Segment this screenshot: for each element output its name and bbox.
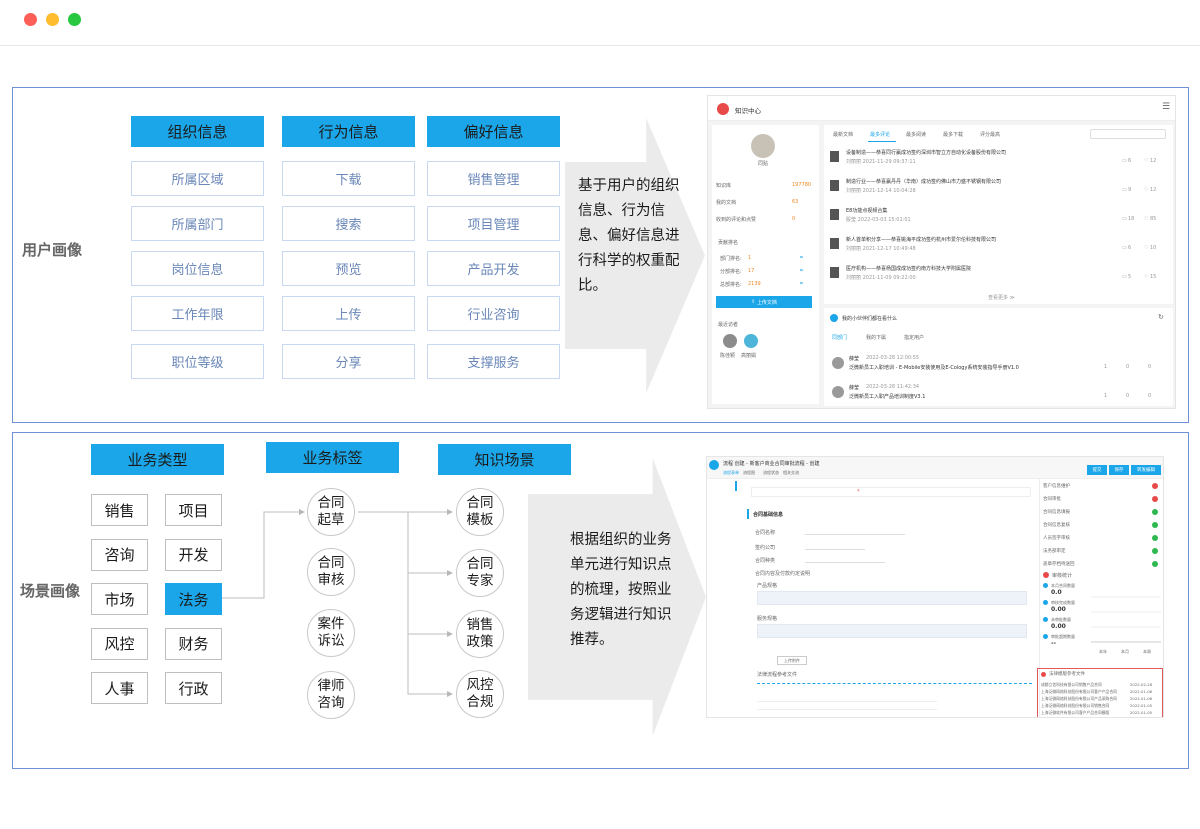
ref-file-date-0: 2022-02-28 — [1130, 682, 1153, 687]
check-done-icon-5 — [1152, 548, 1158, 554]
check-item-1[interactable]: 合同审批 — [1043, 496, 1061, 502]
check-item-4[interactable]: 人员签字审核 — [1043, 535, 1070, 541]
form-tab-3[interactable]: 相关交流 — [783, 470, 799, 476]
business-tag-2[interactable]: 案件诉讼 — [307, 609, 355, 657]
review-stat-value-2: 0.00 — [1051, 623, 1066, 630]
workflow-logo-icon — [709, 460, 719, 470]
business-tag-1[interactable]: 合同审核 — [307, 548, 355, 596]
ref-file-name-4[interactable]: 上海泛微软件有限公司客户产品合同模版 — [1041, 710, 1123, 716]
form-tab-2[interactable]: 流程状态 — [763, 470, 779, 476]
review-stat-value-1: 0.00 — [1051, 606, 1066, 613]
workflow-title: 流程 创建 - 新客户商业合同审批流程 - 创建 — [723, 461, 820, 467]
field-contract-type: 合同种类 — [755, 558, 776, 564]
check-done-icon-4 — [1152, 535, 1158, 541]
chart-axis-week: 本周 — [1143, 649, 1151, 654]
stats-title: 审核统计 — [1052, 573, 1073, 579]
field-contract-name: 合同名称 — [755, 530, 776, 536]
upload-attachment-button[interactable]: 上传附件 — [777, 656, 807, 665]
ref-file-name-0[interactable]: 成都立信科技有限公司销售产品合同 — [1041, 682, 1123, 688]
check-done-icon-2 — [1152, 509, 1158, 515]
form-tab-1[interactable]: 流程图 — [743, 470, 755, 476]
check-done-icon-3 — [1152, 522, 1158, 528]
knowledge-scene-2[interactable]: 销售政策 — [456, 610, 504, 658]
forward-edit-button[interactable]: 转发编辑 — [1131, 465, 1161, 475]
submit-button[interactable]: 提交 — [1087, 465, 1107, 475]
ref-file-date-1: 2022-01-06 — [1130, 689, 1153, 694]
form-section-title: 合同基础信息 — [753, 512, 784, 518]
knowledge-scene-3[interactable]: 风控合规 — [456, 670, 504, 718]
ref-file-date-4: 2022-01-05 — [1130, 710, 1153, 715]
contract-type-select[interactable] — [805, 555, 885, 563]
service-spec-table — [757, 624, 1027, 638]
stats-chart — [1091, 596, 1161, 643]
field-contract-content: 合同内容及付款约定说明 — [755, 571, 811, 577]
connector-trunk — [358, 511, 452, 695]
check-item-6[interactable]: 盖章存档待送回 — [1043, 561, 1075, 567]
table-service-spec: 服务规格 — [757, 616, 778, 622]
ref-file-name-2[interactable]: 上海泛微网络科技股份有限公司产品采购合同 — [1041, 696, 1123, 702]
knowledge-scene-1[interactable]: 合同专家 — [456, 549, 504, 597]
check-done-icon-6 — [1152, 561, 1158, 567]
check-warning-icon-0 — [1152, 483, 1158, 489]
form-tab-0[interactable]: 流程表单 — [723, 470, 739, 476]
ref-file-name-3[interactable]: 上海泛微网络科技股份有限公司销售合同 — [1041, 703, 1123, 709]
check-item-3[interactable]: 合同信息复核 — [1043, 522, 1070, 528]
check-item-5[interactable]: 法务部审定 — [1043, 548, 1066, 554]
chart-axis-month: 本月 — [1121, 649, 1129, 654]
check-warning-icon-1 — [1152, 496, 1158, 502]
product-spec-table — [757, 591, 1027, 605]
business-tag-0[interactable]: 合同起草 — [307, 488, 355, 536]
signing-company-input[interactable] — [805, 542, 865, 550]
business-tag-3[interactable]: 律师咨询 — [307, 671, 355, 719]
table-product-spec: 产品规格 — [757, 583, 778, 589]
scene-profile-description: 根据组织的业务单元进行知识点的梳理，按照业务逻辑进行知识推荐。 — [570, 532, 672, 648]
ref-file-name-1[interactable]: 上海泛微网络科技股份有限公司客户产品合同 — [1041, 689, 1123, 695]
review-stat-value-0: 0.0 — [1051, 589, 1062, 596]
stat-icon-0 — [1043, 583, 1048, 588]
ref-file-date-3: 2022-01-05 — [1130, 703, 1153, 708]
ref-files-title: 法律模版参考文件 — [1049, 672, 1085, 677]
ref-file-date-2: 2022-01-06 — [1130, 696, 1153, 701]
stats-icon — [1043, 572, 1049, 578]
stat-icon-2 — [1043, 617, 1048, 622]
field-signing-company: 签约公司 — [755, 545, 776, 551]
stat-icon-3 — [1043, 634, 1048, 639]
save-button[interactable]: 保存 — [1109, 465, 1129, 475]
ref-files-icon — [1041, 672, 1046, 677]
contract-name-input[interactable] — [805, 527, 905, 535]
connector-legal-to-draft — [222, 509, 305, 599]
check-item-0[interactable]: 客户信息维护 — [1043, 483, 1070, 489]
ref-title: 法律流程参考文件 — [757, 672, 798, 678]
review-stat-value-3: -- — [1051, 640, 1056, 647]
knowledge-scene-0[interactable]: 合同模板 — [456, 488, 504, 536]
contract-workflow-screenshot: 流程 创建 - 新客户商业合同审批流程 - 创建 流程表单 流程图 流程状态 相关交流… — [706, 456, 1164, 718]
check-item-2[interactable]: 合同信息填报 — [1043, 509, 1070, 515]
chart-axis-year: 本年 — [1099, 649, 1107, 654]
stat-icon-1 — [1043, 600, 1048, 605]
